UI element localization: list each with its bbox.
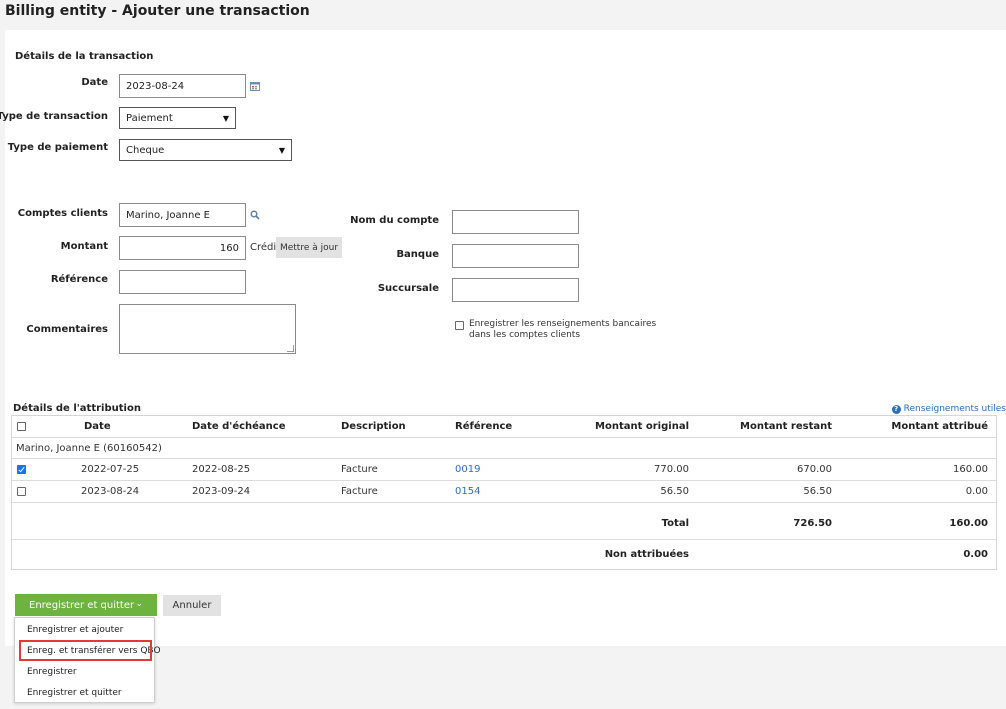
save-and-quit-button[interactable]: Enregistrer et quitter ⌄ (15, 594, 157, 616)
col-due-date: Date d'échéance (192, 421, 286, 432)
account-name-label: Nom du compte (350, 215, 439, 226)
help-icon: ? (891, 404, 901, 414)
row-checkbox[interactable] (17, 487, 26, 496)
chevron-down-icon: ▼ (278, 145, 285, 155)
unattributed-value: 0.00 (963, 549, 988, 560)
col-reference: Référence (455, 421, 513, 432)
save-bank-info-label: Enregistrer les renseignements bancaires… (469, 319, 656, 341)
unattributed-row: Non attribuées 0.00 (12, 540, 996, 569)
transaction-type-value: Paiement (126, 112, 173, 124)
save-and-quit-label: Enregistrer et quitter (29, 599, 135, 611)
update-button[interactable]: Mettre à jour (276, 237, 342, 258)
reference-input[interactable] (119, 270, 246, 294)
menu-item-save[interactable]: Enregistrer (15, 661, 154, 682)
row-reference-link[interactable]: 0019 (455, 464, 480, 475)
date-label: Date (81, 77, 108, 88)
reference-label: Référence (50, 274, 108, 285)
bank-input[interactable] (452, 244, 579, 268)
payment-type-select[interactable]: Cheque ▼ (119, 139, 292, 161)
attribution-details-title: Détails de l'attribution (13, 403, 141, 414)
row-date: 2022-07-25 (81, 464, 140, 475)
chevron-down-icon[interactable]: ⌄ (135, 599, 143, 609)
payment-type-label: Type de paiement (7, 142, 108, 153)
row-original-amount: 770.00 (654, 464, 689, 475)
resize-grip-icon[interactable] (287, 345, 294, 352)
table-row[interactable]: 2023-08-24 2023-09-24 Facture 0154 56.50… (12, 481, 996, 503)
row-description: Facture (341, 486, 378, 497)
row-due-date: 2023-09-24 (192, 486, 251, 497)
total-attributed: 160.00 (949, 518, 988, 529)
col-remaining-amount: Montant restant (740, 421, 832, 432)
col-original-amount: Montant original (595, 421, 689, 432)
branch-label: Succursale (377, 283, 439, 294)
client-accounts-label: Comptes clients (17, 208, 108, 219)
total-row: Total 726.50 160.00 (12, 503, 996, 540)
transaction-type-select[interactable]: Paiement ▼ (119, 107, 236, 129)
row-checkbox[interactable] (17, 465, 26, 474)
col-description: Description (341, 421, 406, 432)
row-description: Facture (341, 464, 378, 475)
total-label: Total (661, 518, 689, 529)
row-original-amount: 56.50 (660, 486, 689, 497)
comments-label: Commentaires (26, 324, 108, 335)
cancel-button[interactable]: Annuler (163, 595, 221, 616)
row-remaining-amount: 670.00 (797, 464, 832, 475)
account-name-input[interactable] (452, 210, 579, 234)
amount-input[interactable]: 160 (119, 236, 246, 260)
comments-textarea[interactable] (119, 304, 296, 354)
total-remaining: 726.50 (793, 518, 832, 529)
branch-input[interactable] (452, 278, 579, 302)
help-link[interactable]: ? Renseignements utiles (891, 404, 1006, 414)
search-icon[interactable] (250, 210, 260, 220)
select-all-checkbox[interactable] (17, 422, 26, 431)
page-title: Billing entity - Ajouter une transaction (5, 3, 310, 19)
client-accounts-input[interactable]: Marino, Joanne E (119, 203, 246, 227)
chevron-down-icon: ▼ (222, 113, 229, 123)
save-bank-info-line2: dans les comptes clients (469, 330, 581, 340)
transaction-details-title: Détails de la transaction (15, 51, 154, 62)
transaction-type-label: Type de transaction (0, 111, 108, 122)
menu-item-save-and-transfer-qbo[interactable]: Enreg. et transférer vers QBO (19, 640, 161, 661)
menu-item-save-and-add[interactable]: Enregistrer et ajouter (15, 619, 154, 640)
bank-label: Banque (396, 249, 439, 260)
row-remaining-amount: 56.50 (803, 486, 832, 497)
row-date: 2023-08-24 (81, 486, 140, 497)
client-group-label: Marino, Joanne E (60160542) (16, 443, 162, 454)
col-date: Date (84, 421, 111, 432)
row-attributed-amount: 0.00 (965, 486, 988, 497)
table-header-row: Date Date d'échéance Description Référen… (12, 416, 996, 438)
save-bank-info-checkbox[interactable] (455, 321, 464, 330)
save-options-menu: Enregistrer et ajouter Enreg. et transfé… (14, 617, 161, 703)
menu-item-save-and-quit[interactable]: Enregistrer et quitter (15, 682, 154, 703)
row-due-date: 2022-08-25 (192, 464, 251, 475)
row-attributed-amount: 160.00 (953, 464, 988, 475)
payment-type-value: Cheque (126, 144, 165, 156)
date-input[interactable]: 2023-08-24 (119, 74, 246, 98)
col-attributed-amount: Montant attribué (891, 421, 988, 432)
client-group-row: Marino, Joanne E (60160542) (12, 438, 996, 459)
amount-label: Montant (60, 241, 108, 252)
calendar-icon[interactable] (250, 81, 260, 91)
help-link-label: Renseignements utiles (903, 404, 1006, 414)
unattributed-label: Non attribuées (604, 549, 689, 560)
save-bank-info-line1: Enregistrer les renseignements bancaires (469, 319, 657, 329)
attribution-table: Date Date d'échéance Description Référen… (11, 415, 997, 570)
table-row[interactable]: 2022-07-25 2022-08-25 Facture 0019 770.0… (12, 459, 996, 481)
row-reference-link[interactable]: 0154 (455, 486, 480, 497)
